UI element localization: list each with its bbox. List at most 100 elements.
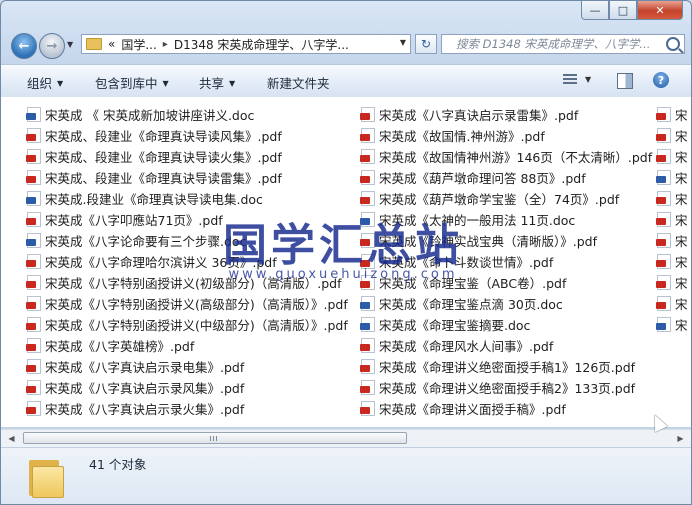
file-item[interactable]: 宋 [656,209,688,229]
file-item[interactable]: 宋英成《葫芦墩命理问答 88页》.pdf [360,167,586,187]
pdf-file-icon [26,295,41,311]
file-item[interactable]: 宋英成《八字论命要有三个步骤.doc [26,230,246,250]
pdf-file-icon [656,274,671,290]
new-folder-button[interactable]: 新建文件夹 [267,73,330,92]
file-item[interactable]: 宋英成《八字真诀启示录雷集》.pdf [360,104,579,124]
file-name: 宋英成《八字命理哈尔滨讲义 36页》.pdf [45,254,277,270]
file-name: 宋 [675,149,688,165]
file-name: 宋英成《故国情神州游》146页（不太清晰）.pdf [379,149,653,165]
file-item[interactable]: 宋 [656,251,688,271]
file-item[interactable]: 宋 [656,314,688,334]
file-name: 宋英成 《 宋英成新加坡讲座讲义.doc [45,107,255,123]
file-item[interactable]: 宋英成《故国情神州游》146页（不太清晰）.pdf [360,146,653,166]
organize-button[interactable]: 组织 ▼ [27,73,63,92]
pdf-file-icon [26,400,41,416]
horizontal-scrollbar[interactable]: ◀ ▶ [1,429,691,447]
address-overflow[interactable]: « [108,37,115,51]
file-item[interactable]: 宋 [656,293,688,313]
share-button[interactable]: 共享 ▼ [199,73,235,92]
chevron-right-icon[interactable]: ▸ [163,39,168,50]
pdf-file-icon [26,127,41,143]
pdf-file-icon [360,169,375,185]
caption-buttons: — □ ✕ [581,1,683,20]
file-name: 宋英成《八字真诀启示录雷集》.pdf [379,107,579,123]
file-item[interactable]: 宋英成《命理讲义绝密面授手稿2》133页.pdf [360,377,636,397]
file-item[interactable]: 宋 [656,230,688,250]
file-item[interactable]: 宋 [656,167,688,187]
file-item[interactable]: 宋英成《八字特别函授讲义(初级部分)（高清版）.pdf [26,272,342,292]
help-icon[interactable]: ? [653,72,669,88]
file-name: 宋英成《命卜斗数谈世情》.pdf [379,254,554,270]
breadcrumb-segment-1[interactable]: 国学... [121,36,156,53]
file-name: 宋英成、段建业《命理真诀导读风集》.pdf [45,128,282,144]
file-item[interactable]: 宋英成《命理宝鉴点滴 30页.doc [360,293,563,313]
file-item[interactable]: 宋英成《八字真诀启示录风集》.pdf [26,377,244,397]
file-name: 宋英成《八字真诀启示录火集》.pdf [45,401,245,417]
close-button[interactable]: ✕ [637,1,683,20]
forward-button[interactable]: → [39,33,65,59]
scrollbar-thumb[interactable] [23,432,407,444]
preview-pane-icon[interactable] [617,73,633,89]
pdf-file-icon [26,379,41,395]
view-options-icon[interactable] [563,74,577,86]
pdf-file-icon [360,148,375,164]
refresh-button[interactable]: ↻ [415,34,437,54]
file-item[interactable]: 宋英成《命理宝鉴（ABC卷）.pdf [360,272,566,292]
folder-icon [86,38,102,50]
file-item[interactable]: 宋英成《八字真诀启示录火集》.pdf [26,398,245,418]
doc-file-icon [656,169,671,185]
scroll-left-icon[interactable]: ◀ [3,430,20,447]
file-item[interactable]: 宋英成《命理讲义绝密面授手稿1》126页.pdf [360,356,635,376]
pdf-file-icon [360,106,375,122]
breadcrumb-segment-2[interactable]: D1348 宋英成命理学、八字学... [174,36,349,53]
maximize-button[interactable]: □ [609,1,637,20]
file-item[interactable]: 宋 [656,104,688,124]
file-item[interactable]: 宋英成、段建业《命理真诀导读雷集》.pdf [26,167,282,187]
file-name: 宋英成、段建业《命理真诀导读火集》.pdf [45,149,282,165]
file-item[interactable]: 宋英成、段建业《命理真诀导读风集》.pdf [26,125,282,145]
file-item[interactable]: 宋英成《故国情.神州游》.pdf [360,125,545,145]
search-icon[interactable] [666,37,680,51]
doc-file-icon [360,316,375,332]
file-item[interactable]: 宋英成《八字英雄榜》.pdf [26,335,195,355]
file-item[interactable]: 宋英成《命卜斗数谈世情》.pdf [360,251,554,271]
pdf-file-icon [656,148,671,164]
file-name: 宋英成《八字英雄榜》.pdf [45,338,195,354]
pdf-file-icon [26,211,41,227]
pdf-file-icon [360,358,375,374]
file-item[interactable]: 宋英成 《 宋英成新加坡讲座讲义.doc [26,104,255,124]
recent-pages-dropdown[interactable]: ▼ [67,40,73,49]
address-bar[interactable]: « 国学... ▸ D1348 宋英成命理学、八字学... ▼ [81,34,411,54]
file-item[interactable]: 宋英成《命理讲义面授手稿》.pdf [360,398,566,418]
details-pane: 41 个对象 [1,447,691,504]
file-item[interactable]: 宋英成《八字特别函授讲义(高级部分)（高清版）》.pdf [26,293,348,313]
file-item[interactable]: 宋 [656,146,688,166]
minimize-button[interactable]: — [581,1,609,20]
file-item[interactable]: 宋英成、段建业《命理真诀导读火集》.pdf [26,146,282,166]
pdf-file-icon [26,148,41,164]
file-item[interactable]: 宋英成《命理宝鉴摘要.doc [360,314,530,334]
scroll-right-icon[interactable]: ▶ [672,430,689,447]
address-dropdown-icon[interactable]: ▼ [400,38,406,47]
file-item[interactable]: 宋 [656,125,688,145]
file-item[interactable]: 宋英成《铃神实战宝典（清晰版）》.pdf [360,230,597,250]
file-item[interactable]: 宋英成《八字叩應站71页》.pdf [26,209,223,229]
file-name: 宋英成《命理讲义绝密面授手稿2》133页.pdf [379,380,636,396]
file-item[interactable]: 宋英成《八字特别函授讲义(中级部分)（高清版）》.pdf [26,314,348,334]
item-count: 41 个对象 [89,457,147,472]
view-dropdown-icon[interactable]: ▼ [585,75,591,84]
pdf-file-icon [656,211,671,227]
file-item[interactable]: 宋 [656,272,688,292]
file-item[interactable]: 宋英成《太神的一般用法 11页.doc [360,209,575,229]
back-button[interactable]: ← [11,33,37,59]
file-item[interactable]: 宋英成.段建业《命理真诀导读电集.doc [26,188,263,208]
include-in-library-button[interactable]: 包含到库中 ▼ [95,73,169,92]
file-item[interactable]: 宋 [656,188,688,208]
file-item[interactable]: 宋英成《命理风水人间事》.pdf [360,335,553,355]
file-item[interactable]: 宋英成《八字真诀启示录电集》.pdf [26,356,244,376]
search-input[interactable]: 搜索 D1348 宋英成命理学、八字学... [441,34,685,54]
file-item[interactable]: 宋英成《葫芦墩命学宝鉴（全）74页》.pdf [360,188,619,208]
file-item[interactable]: 宋英成《八字命理哈尔滨讲义 36页》.pdf [26,251,277,271]
file-name: 宋 [675,233,688,249]
file-list: 宋宋宋宋宋宋宋宋宋宋宋宋英成《命理讲义面授手稿》.pdf 宋英成《命理讲义绝密面授… [1,97,691,427]
